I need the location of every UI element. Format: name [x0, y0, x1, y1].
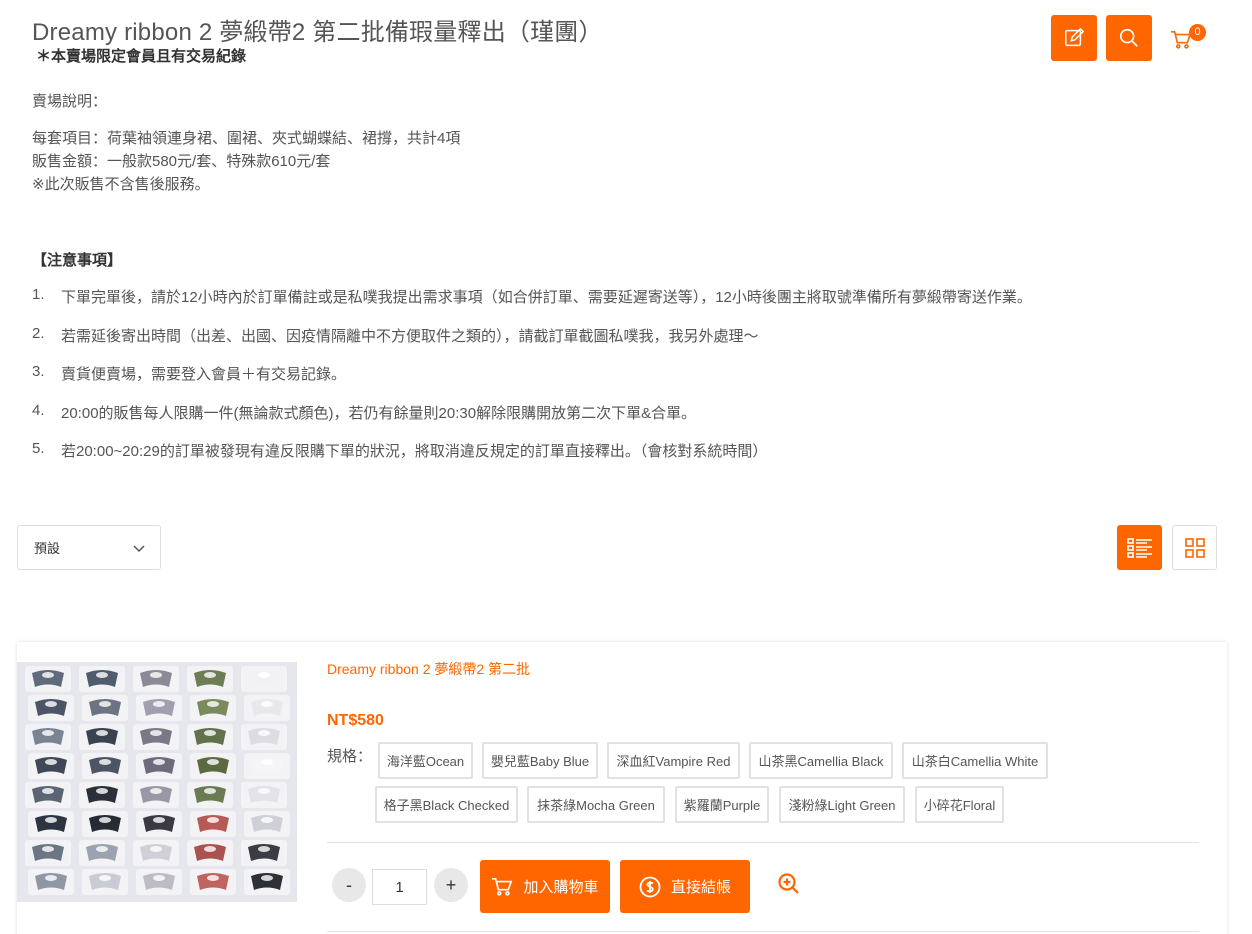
search-button[interactable] [1106, 15, 1152, 61]
product-name[interactable]: Dreamy ribbon 2 夢緞帶2 第二批 [327, 659, 530, 679]
quantity-input[interactable] [372, 869, 427, 905]
notice-number: 1. [32, 286, 45, 303]
divider [327, 842, 1199, 843]
notice-text: 20:00的販售每人限購一件(無論款式顏色)，若仍有餘量則20:30解除限購開放… [61, 404, 697, 422]
grid-view-icon [1184, 537, 1205, 558]
zoom-in-icon [778, 873, 799, 894]
spec-option[interactable]: 紫羅蘭Purple [675, 786, 769, 823]
page-title: Dreamy ribbon 2 夢緞帶2 第二批備瑕量釋出（瑾團） [32, 19, 603, 46]
description-line: 每套項目：荷葉袖領連身裙、圍裙、夾式蝴蝶結、裙撐，共計4項 [32, 130, 461, 147]
list-view-icon [1126, 537, 1152, 558]
add-to-cart-label: 加入購物車 [523, 879, 599, 896]
store-description: 賣場說明： 每套項目：荷葉袖領連身裙、圍裙、夾式蝴蝶結、裙撐，共計4項 販售金額… [32, 90, 1212, 196]
zoom-button[interactable] [777, 872, 801, 896]
dollar-icon [639, 876, 661, 897]
notice-text: 若20:00~20:29的訂單被發現有違反限購下單的狀況，將取消違反規定的訂單直… [61, 443, 768, 460]
notice-item: 4. 20:00的販售每人限購一件(無論款式顏色)，若仍有餘量則20:30解除限… [32, 402, 1212, 441]
edit-button[interactable] [1051, 15, 1097, 61]
sort-select-value: 預設 [34, 541, 61, 556]
divider [327, 931, 1199, 932]
cart-button[interactable]: 0 [1170, 22, 1210, 52]
product-card: Dreamy ribbon 2 夢緞帶2 第二批 NT$580 規格： 海洋藍O… [17, 642, 1227, 934]
notice-number: 3. [32, 363, 45, 380]
notice-item: 1. 下單完單後，請於12小時內於訂單備註或是私噗我提出需求事項（如合併訂單、需… [32, 286, 1212, 325]
page-subtitle: ＊本賣場限定會員且有交易紀錄 [36, 48, 247, 65]
product-image[interactable] [17, 662, 297, 902]
spec-option[interactable]: 嬰兒藍Baby Blue [482, 742, 598, 779]
notice-heading: 【注意事項】 [32, 252, 123, 269]
notice-list: 1. 下單完單後，請於12小時內於訂單備註或是私噗我提出需求事項（如合併訂單、需… [32, 286, 1212, 479]
notice-item: 3. 賣貨便賣場，需要登入會員＋有交易記錄。 [32, 363, 1212, 402]
grid-view-button[interactable] [1172, 525, 1217, 570]
search-icon [1119, 28, 1138, 47]
checkout-button[interactable]: 直接結帳 [620, 860, 750, 913]
list-view-button[interactable] [1117, 525, 1162, 570]
edit-icon [1065, 27, 1085, 47]
notice-item: 5. 若20:00~20:29的訂單被發現有違反限購下單的狀況，將取消違反規定的… [32, 440, 1212, 479]
description-line: ※此次販售不含售後服務。 [32, 176, 210, 193]
notice-text: 下單完單後，請於12小時內於訂單備註或是私噗我提出需求事項（如合併訂單、需要延遲… [61, 289, 1032, 306]
notice-number: 2. [32, 324, 45, 342]
quantity-decrease-button[interactable]: - [332, 868, 366, 902]
spec-label: 規格： [327, 748, 373, 765]
checkout-label: 直接結帳 [670, 879, 731, 896]
notice-text: 若需延後寄出時間（出差、出國、因疫情隔離中不方便取件之類的），請截訂單截圖私噗我… [61, 327, 759, 345]
spec-option[interactable]: 山茶白Camellia White [902, 742, 1048, 779]
product-photo [17, 662, 297, 902]
quantity-increase-button[interactable]: + [434, 868, 468, 902]
notice-number: 4. [32, 401, 45, 419]
description-line: 販售金額：一般款580元/套、特殊款610元/套 [32, 153, 331, 170]
notice-text: 賣貨便賣場，需要登入會員＋有交易記錄。 [61, 366, 347, 383]
cart-count-badge: 0 [1189, 24, 1206, 41]
spec-option[interactable]: 山茶黑Camellia Black [749, 742, 893, 779]
add-to-cart-button[interactable]: 加入購物車 [480, 860, 610, 913]
notice-number: 5. [32, 440, 45, 457]
spec-option[interactable]: 小碎花Floral [915, 786, 1004, 823]
product-price: NT$580 [327, 712, 384, 729]
cart-icon [492, 877, 513, 896]
spec-option[interactable]: 抹茶綠Mocha Green [527, 786, 665, 823]
header: Dreamy ribbon 2 夢緞帶2 第二批備瑕量釋出（瑾團） ＊本賣場限定… [32, 12, 1212, 72]
spec-option[interactable]: 海洋藍Ocean [378, 742, 473, 779]
description-heading: 賣場說明： [32, 93, 108, 110]
chevron-down-icon [133, 545, 145, 553]
spec-option[interactable]: 格子黑Black Checked [375, 786, 518, 823]
sort-select[interactable]: 預設 [17, 525, 161, 570]
notice-item: 2. 若需延後寄出時間（出差、出國、因疫情隔離中不方便取件之類的），請截訂單截圖… [32, 325, 1212, 364]
spec-option[interactable]: 深血紅Vampire Red [607, 742, 740, 779]
spec-option[interactable]: 淺粉綠Light Green [779, 786, 905, 823]
